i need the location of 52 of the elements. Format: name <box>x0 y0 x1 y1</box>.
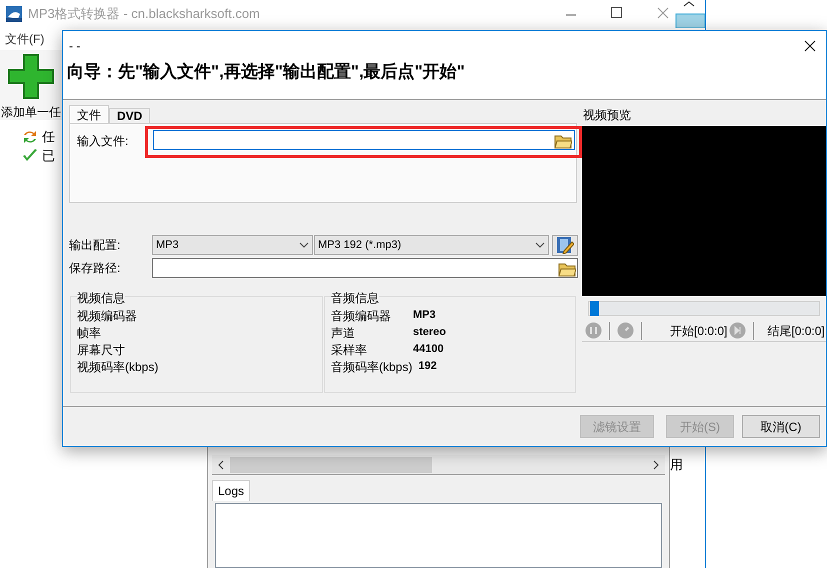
dialog-title: - - <box>69 38 82 55</box>
edit-profile-button[interactable] <box>552 234 578 256</box>
group-title: 音频信息 <box>331 289 379 307</box>
chevron-right-icon[interactable] <box>653 460 659 470</box>
preview-title: 视频预览 <box>582 107 632 122</box>
dropdown[interactable]: MP3 192 (*.mp3) <box>314 235 549 255</box>
tab[interactable]: 文件 <box>69 105 109 123</box>
info-label: 采样率 <box>331 342 368 358</box>
add-task-button[interactable]: 添加单一任 <box>1 50 61 121</box>
tab[interactable]: Logs <box>212 480 250 501</box>
end-time: 结尾[0:0:0] <box>767 322 825 340</box>
group-title: 视频信息 <box>77 289 125 307</box>
info-label: 声道 <box>331 324 356 342</box>
menu-item[interactable]: 文件(F) <box>5 30 44 48</box>
info-value: 192 <box>417 359 437 374</box>
chevron-down-icon <box>535 242 545 248</box>
seek-track[interactable] <box>588 301 820 316</box>
info-label: 帧率 <box>77 324 101 342</box>
field-label: 保存路径: <box>69 260 122 277</box>
field-label: 输出配置: <box>69 237 122 254</box>
chevron-left-icon[interactable] <box>218 460 224 470</box>
scrollbar-thumb[interactable] <box>230 456 432 472</box>
tab[interactable]: DVD <box>109 108 150 123</box>
info-label: 音频码率(kbps) <box>331 358 412 376</box>
info-value: stereo <box>412 325 446 340</box>
info-label: 视频码率(kbps) <box>77 358 158 376</box>
scroll-up-icon[interactable] <box>673 0 705 28</box>
start-time: 开始[0:0:0] <box>670 322 728 340</box>
wizard-heading: 向导：先"输入文件",再选择"输出配置",最后点"开始" <box>66 61 466 83</box>
dialog-button[interactable]: 取消(C) <box>742 415 820 438</box>
film-edit-icon <box>556 236 574 254</box>
close-icon[interactable] <box>804 40 816 52</box>
window-title: MP3格式转换器 - cn.blacksharksoft.com <box>28 5 260 24</box>
info-label: 视频编码器 <box>77 308 137 324</box>
input-field[interactable] <box>153 130 575 150</box>
tree-item[interactable]: 任 <box>22 129 55 145</box>
info-value: MP3 <box>412 308 436 324</box>
app-icon <box>6 6 22 22</box>
horizontal-scrollbar[interactable] <box>212 455 665 475</box>
input-field[interactable] <box>152 258 578 278</box>
tree-item[interactable]: 已 <box>22 148 55 164</box>
chevron-down-icon <box>299 242 309 248</box>
seek-thumb[interactable] <box>590 301 599 316</box>
maximize-icon[interactable] <box>611 7 623 19</box>
field-label: 输入文件: <box>77 133 130 150</box>
plus-icon <box>7 53 55 99</box>
dropdown[interactable]: MP3 <box>152 235 313 255</box>
label-text: 用 <box>670 456 683 474</box>
info-label: 屏幕尺寸 <box>77 342 125 358</box>
info-value: 44100 <box>412 342 444 358</box>
refresh-icon <box>22 129 38 145</box>
info-label: 音频编码器 <box>331 308 392 324</box>
